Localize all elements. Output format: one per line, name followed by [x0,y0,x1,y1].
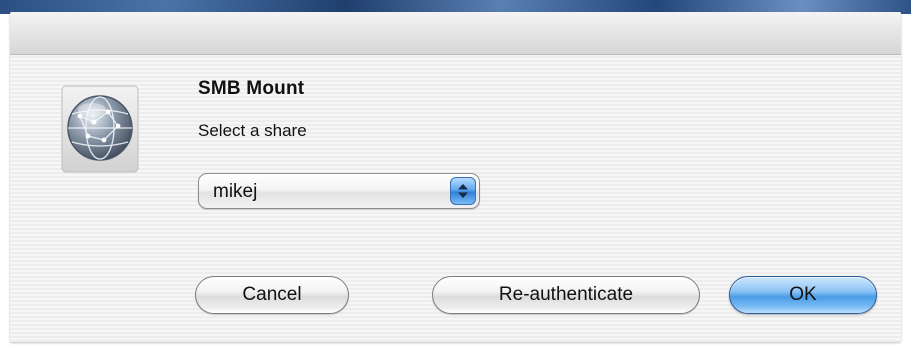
dialog-title: SMB Mount [198,78,305,99]
share-popup-value: mikej [213,181,258,202]
up-down-arrows-icon [450,177,476,205]
network-globe-icon [58,82,142,176]
cancel-button[interactable]: Cancel [195,276,349,314]
sheet-top-bar [10,12,901,55]
screen: SMB Mount Select a share mikej Cancel Re… [0,0,911,351]
ok-button[interactable]: OK [729,276,877,314]
share-popup-menu[interactable]: mikej [198,173,480,209]
re-authenticate-button[interactable]: Re-authenticate [432,276,700,314]
dialog-prompt: Select a share [198,121,307,140]
